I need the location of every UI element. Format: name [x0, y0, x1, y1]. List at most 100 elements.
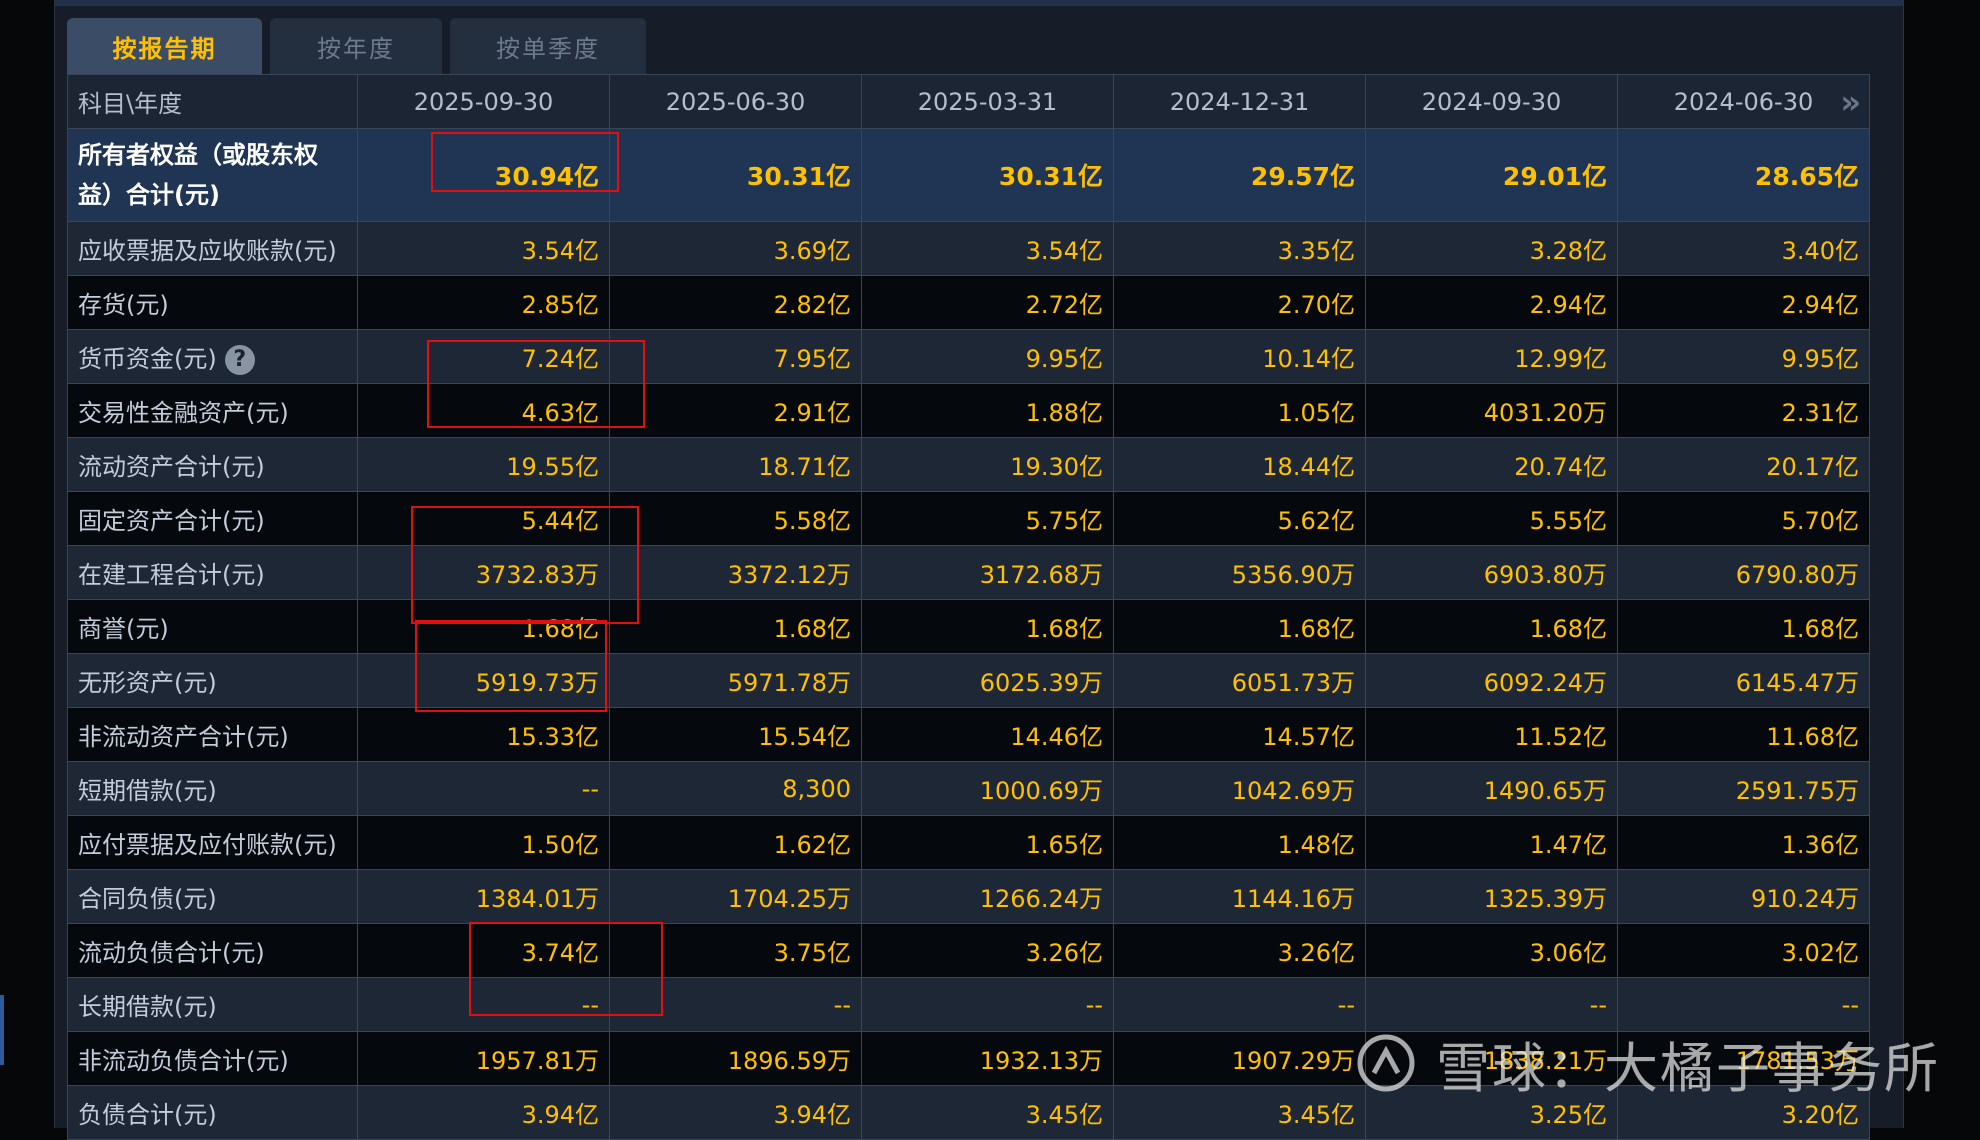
row-label: 商誉(元) — [67, 599, 358, 654]
value-cell: 20.74亿 — [1365, 437, 1618, 492]
value-cell: 1.68亿 — [1365, 599, 1618, 654]
value-cell: 1042.69万 — [1113, 761, 1366, 816]
tab-by-quarter[interactable]: 按单季度 — [450, 18, 646, 74]
row-label-text: 交易性金融资产(元) — [78, 399, 289, 427]
row-label-text: 所有者权益（或股东权益）合计(元) — [78, 141, 318, 209]
chevron-right-icon[interactable]: » — [1840, 83, 1861, 121]
table-row: 无形资产(元) 5919.73万 5971.78万 6025.39万 6051.73万 6… — [67, 653, 1870, 708]
row-label-text: 短期借款(元) — [78, 777, 217, 805]
row-label-text: 非流动负债合计(元) — [78, 1047, 289, 1075]
value-cell: 3.28亿 — [1365, 221, 1618, 276]
row-label-text: 在建工程合计(元) — [78, 561, 265, 589]
value-cell: 2.94亿 — [1617, 275, 1870, 330]
table-row: 合同负债(元) 1384.01万 1704.25万 1266.24万 1144.16万 1… — [67, 869, 1870, 924]
row-label-text: 货币资金(元) — [78, 344, 217, 373]
row-label: 存货(元) — [67, 275, 358, 330]
value-cell: -- — [861, 977, 1114, 1032]
table-row: 流动资产合计(元) 19.55亿 18.71亿 19.30亿 18.44亿 20.74亿 2… — [67, 437, 1870, 492]
help-icon[interactable]: ? — [224, 344, 255, 375]
value-cell: 11.68亿 — [1617, 707, 1870, 762]
xueqiu-logo — [1356, 1033, 1416, 1093]
row-label: 在建工程合计(元) — [67, 545, 358, 600]
value-cell: -- — [357, 977, 610, 1032]
value-cell: 2.72亿 — [861, 275, 1114, 330]
value-cell: 3.26亿 — [861, 923, 1114, 978]
row-label-text: 长期借款(元) — [78, 993, 217, 1021]
value-cell: 3.94亿 — [357, 1085, 610, 1140]
row-label: 货币资金(元)? — [67, 329, 358, 384]
value-cell: 1384.01万 — [357, 869, 610, 924]
value-cell: 1325.39万 — [1365, 869, 1618, 924]
period-header: 2024-06-30 » — [1617, 74, 1870, 129]
value-cell: 5.70亿 — [1617, 491, 1870, 546]
value-cell: 9.95亿 — [861, 329, 1114, 384]
value-cell: 7.24亿 — [357, 329, 610, 384]
value-cell: 8,300 — [609, 761, 862, 816]
row-label-text: 应收票据及应收账款(元) — [78, 237, 337, 265]
table-row: 应付票据及应付账款(元) 1.50亿 1.62亿 1.65亿 1.48亿 1.47亿 1.3… — [67, 815, 1870, 870]
value-cell: 6092.24万 — [1365, 653, 1618, 708]
value-cell: 910.24万 — [1617, 869, 1870, 924]
row-label-text: 合同负债(元) — [78, 885, 217, 913]
table-row: 所有者权益（或股东权益）合计(元) 30.94亿 30.31亿 30.31亿 29.57… — [67, 128, 1870, 222]
value-cell: 1.68亿 — [609, 599, 862, 654]
row-label: 负债合计(元) — [67, 1085, 358, 1140]
value-cell: 29.01亿 — [1365, 128, 1618, 222]
value-cell: 15.33亿 — [357, 707, 610, 762]
value-cell: 29.57亿 — [1113, 128, 1366, 222]
value-cell: 1.68亿 — [1113, 599, 1366, 654]
value-cell: 2.70亿 — [1113, 275, 1366, 330]
value-cell: 6025.39万 — [861, 653, 1114, 708]
value-cell: 19.55亿 — [357, 437, 610, 492]
value-cell: 3.75亿 — [609, 923, 862, 978]
row-label: 所有者权益（或股东权益）合计(元) — [67, 128, 358, 222]
value-cell: 3732.83万 — [357, 545, 610, 600]
value-cell: 6051.73万 — [1113, 653, 1366, 708]
value-cell: 2.85亿 — [357, 275, 610, 330]
table-row: 交易性金融资产(元) 4.63亿 2.91亿 1.88亿 1.05亿 4031.20万 2.… — [67, 383, 1870, 438]
table-row: 应收票据及应收账款(元) 3.54亿 3.69亿 3.54亿 3.35亿 3.28亿 3.4… — [67, 221, 1870, 276]
value-cell: 1.68亿 — [1617, 599, 1870, 654]
value-cell: 6790.80万 — [1617, 545, 1870, 600]
value-cell: 1.88亿 — [861, 383, 1114, 438]
value-cell: 6145.47万 — [1617, 653, 1870, 708]
value-cell: 3372.12万 — [609, 545, 862, 600]
side-edge-sliver — [0, 995, 4, 1065]
table-row: 在建工程合计(元) 3732.83万 3372.12万 3172.68万 5356.90… — [67, 545, 1870, 600]
row-label-text: 负债合计(元) — [78, 1101, 217, 1129]
row-label: 无形资产(元) — [67, 653, 358, 708]
value-cell: 3.26亿 — [1113, 923, 1366, 978]
value-cell: 1144.16万 — [1113, 869, 1366, 924]
value-cell: 1.65亿 — [861, 815, 1114, 870]
value-cell: 30.31亿 — [861, 128, 1114, 222]
value-cell: 5919.73万 — [357, 653, 610, 708]
tab-by-report-period[interactable]: 按报告期 — [67, 18, 262, 74]
value-cell: 7.95亿 — [609, 329, 862, 384]
value-cell: 2.94亿 — [1365, 275, 1618, 330]
value-cell: 11.52亿 — [1365, 707, 1618, 762]
value-cell: -- — [357, 761, 610, 816]
finance-panel: 按报告期 按年度 按单季度 科目\年度 2025-09-30 2025-06-3… — [54, 0, 1904, 1140]
value-cell: 3.69亿 — [609, 221, 862, 276]
top-strip — [55, 0, 1903, 6]
table-row: 非流动资产合计(元) 15.33亿 15.54亿 14.46亿 14.57亿 11.52亿… — [67, 707, 1870, 762]
value-cell: 3.45亿 — [861, 1085, 1114, 1140]
period-header: 2025-09-30 — [357, 74, 610, 129]
value-cell: 1704.25万 — [609, 869, 862, 924]
value-cell: 12.99亿 — [1365, 329, 1618, 384]
row-label: 应付票据及应付账款(元) — [67, 815, 358, 870]
row-label-text: 存货(元) — [78, 291, 169, 319]
value-cell: 5.62亿 — [1113, 491, 1366, 546]
tab-by-year[interactable]: 按年度 — [270, 18, 442, 74]
table-row: 流动负债合计(元) 3.74亿 3.75亿 3.26亿 3.26亿 3.06亿 3.02亿 — [67, 923, 1870, 978]
value-cell: 18.44亿 — [1113, 437, 1366, 492]
value-cell: 3.35亿 — [1113, 221, 1366, 276]
value-cell: 1.62亿 — [609, 815, 862, 870]
value-cell: 3.40亿 — [1617, 221, 1870, 276]
value-cell: 1.48亿 — [1113, 815, 1366, 870]
value-cell: 1.68亿 — [861, 599, 1114, 654]
value-cell: 15.54亿 — [609, 707, 862, 762]
value-cell: 5.75亿 — [861, 491, 1114, 546]
row-label: 短期借款(元) — [67, 761, 358, 816]
row-label-text: 无形资产(元) — [78, 669, 217, 697]
